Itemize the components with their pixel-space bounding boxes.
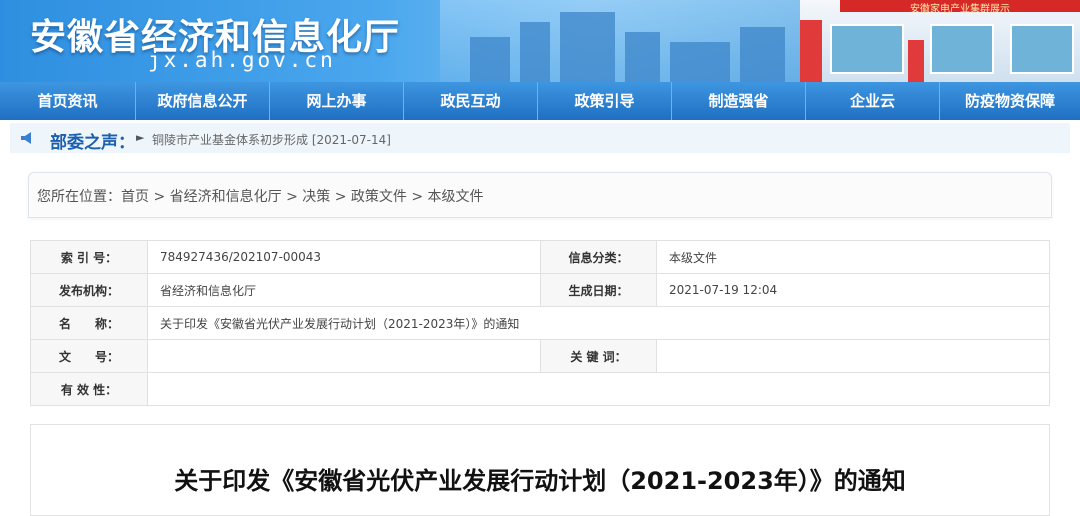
booth-panel <box>1010 24 1074 74</box>
header-banner: 安徽家电产业集群展示 安徽省经济和信息化厅 jx.ah.gov.cn <box>0 0 1080 82</box>
booth-panel <box>930 24 994 74</box>
table-row: 有 效 性： <box>30 372 1050 406</box>
notice-link[interactable]: 铜陵市产业基金体系初步形成 [2021-07-14] <box>152 131 391 148</box>
validity-label: 有 效 性： <box>30 372 148 406</box>
nav-item-interaction[interactable]: 政民互动 <box>404 82 538 120</box>
exhibition-booth-image: 安徽家电产业集群展示 <box>800 0 1080 82</box>
nav-item-manufacturing[interactable]: 制造强省 <box>672 82 806 120</box>
index-value: 784927436/202107-00043 <box>147 240 541 274</box>
publisher-label: 发布机构： <box>30 273 148 307</box>
table-row: 文 号： 关 键 词： <box>30 339 1050 373</box>
category-value: 本级文件 <box>656 240 1050 274</box>
name-value: 关于印发《安徽省光伏产业发展行动计划（2021-2023年）》的通知 <box>147 306 1050 340</box>
booth-pillar <box>800 20 822 82</box>
docno-label: 文 号： <box>30 339 148 373</box>
banner-building <box>560 12 615 82</box>
table-row: 索 引 号： 784927436/202107-00043 信息分类： 本级文件 <box>30 240 1050 274</box>
arrow-right-icon: ► <box>136 131 145 144</box>
banner-building <box>625 32 660 82</box>
date-label: 生成日期： <box>540 273 657 307</box>
booth-pillar <box>908 40 924 82</box>
banner-building <box>470 37 510 82</box>
table-row: 名 称： 关于印发《安徽省光伏产业发展行动计划（2021-2023年）》的通知 <box>30 306 1050 340</box>
notice-label: 部委之声： <box>50 133 135 153</box>
name-label: 名 称： <box>30 306 148 340</box>
main-nav: 首页资讯 政府信息公开 网上办事 政民互动 政策引导 制造强省 企业云 防疫物资… <box>0 82 1080 120</box>
nav-item-home-news[interactable]: 首页资讯 <box>0 82 136 120</box>
notice-bar: 部委之声： ► 铜陵市产业基金体系初步形成 [2021-07-14] <box>10 123 1070 153</box>
date-value: 2021-07-19 12:04 <box>656 273 1050 307</box>
site-url: jx.ah.gov.cn <box>148 48 336 72</box>
keywords-label: 关 键 词： <box>540 339 657 373</box>
nav-item-epidemic-supplies[interactable]: 防疫物资保障 <box>940 82 1080 120</box>
nav-item-policy[interactable]: 政策引导 <box>538 82 672 120</box>
booth-sign: 安徽家电产业集群展示 <box>840 0 1080 15</box>
banner-building <box>740 27 785 82</box>
nav-item-enterprise-cloud[interactable]: 企业云 <box>806 82 940 120</box>
article-content: 关于印发《安徽省光伏产业发展行动计划（2021-2023年）》的通知 <box>30 424 1050 516</box>
banner-building <box>520 22 550 82</box>
table-row: 发布机构： 省经济和信息化厅 生成日期： 2021-07-19 12:04 <box>30 273 1050 307</box>
docno-value <box>147 339 541 373</box>
document-info-table: 索 引 号： 784927436/202107-00043 信息分类： 本级文件… <box>30 240 1050 406</box>
breadcrumb-text[interactable]: 您所在位置：首页 > 省经济和信息化厅 > 决策 > 政策文件 > 本级文件 <box>37 186 484 206</box>
publisher-value: 省经济和信息化厅 <box>147 273 541 307</box>
booth-panel <box>830 24 904 74</box>
article-title: 关于印发《安徽省光伏产业发展行动计划（2021-2023年）》的通知 <box>174 467 906 495</box>
megaphone-icon <box>21 132 31 144</box>
banner-building <box>670 42 730 82</box>
nav-item-gov-info[interactable]: 政府信息公开 <box>136 82 270 120</box>
index-label: 索 引 号： <box>30 240 148 274</box>
breadcrumb: 您所在位置：首页 > 省经济和信息化厅 > 决策 > 政策文件 > 本级文件 <box>28 172 1052 218</box>
category-label: 信息分类： <box>540 240 657 274</box>
nav-item-online-service[interactable]: 网上办事 <box>270 82 404 120</box>
keywords-value <box>656 339 1050 373</box>
validity-value <box>147 372 1050 406</box>
